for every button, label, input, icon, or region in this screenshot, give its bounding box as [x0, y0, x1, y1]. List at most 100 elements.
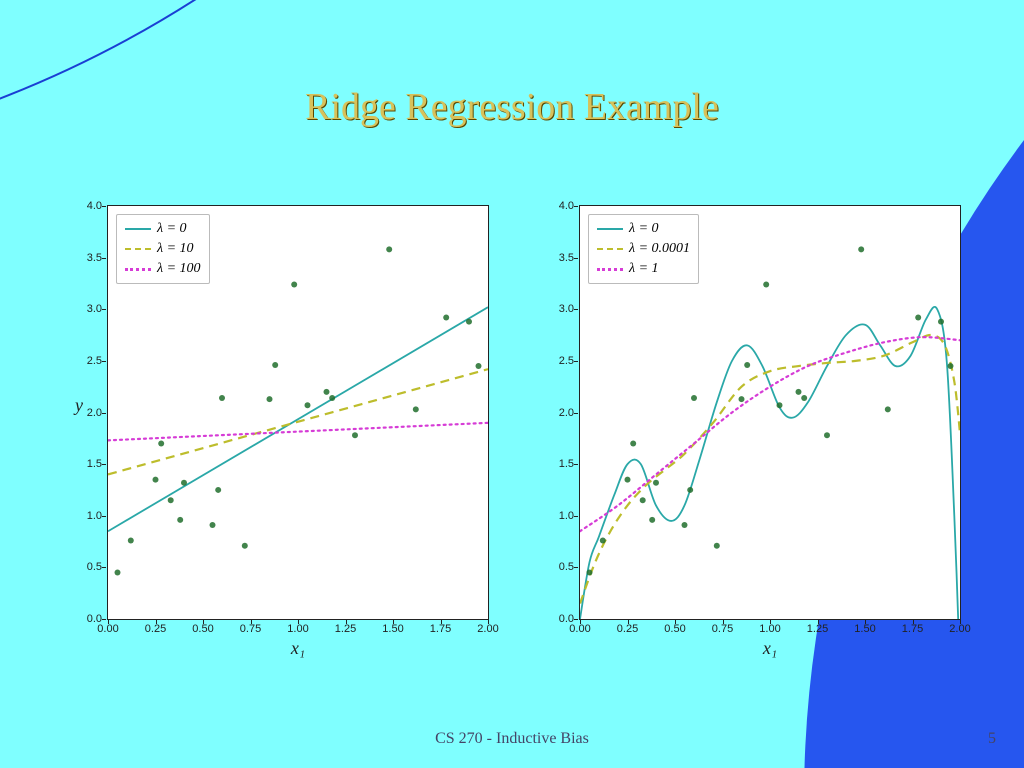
data-point: [885, 406, 891, 412]
data-point: [443, 315, 449, 321]
data-point: [128, 538, 134, 544]
x-axis-title: x₁: [291, 638, 305, 659]
data-point: [777, 402, 783, 408]
chart-left: y 0.00.51.01.52.02.53.03.54.00.000.250.5…: [55, 200, 497, 670]
data-point: [115, 570, 121, 576]
y-tick-label: 2.5: [559, 355, 574, 367]
data-point: [476, 363, 482, 369]
data-point: [153, 477, 159, 483]
data-point: [801, 395, 807, 401]
data-point: [915, 315, 921, 321]
x-tick-label: 0.75: [240, 623, 261, 635]
data-point: [653, 480, 659, 486]
data-point: [649, 517, 655, 523]
data-point: [691, 395, 697, 401]
y-tick-label: 2.0: [87, 407, 102, 419]
legend-right: λ = 0 λ = 0.0001 λ = 1: [588, 214, 699, 284]
legend-item: λ = 100: [157, 261, 201, 277]
y-tick-label: 1.0: [87, 510, 102, 522]
data-point: [466, 319, 472, 325]
y-tick-label: 3.5: [559, 252, 574, 264]
plot-area-right: 0.00.51.01.52.02.53.03.54.00.000.250.500…: [579, 205, 961, 620]
y-axis-title: y: [75, 395, 83, 416]
y-tick-label: 1.5: [559, 458, 574, 470]
data-point: [640, 497, 646, 503]
plot-area-left: 0.00.51.01.52.02.53.03.54.00.000.250.500…: [107, 205, 489, 620]
data-point: [272, 362, 278, 368]
y-tick-label: 3.5: [87, 252, 102, 264]
x-tick-label: 1.75: [430, 623, 451, 635]
x-tick-label: 2.00: [477, 623, 498, 635]
data-point: [413, 406, 419, 412]
data-point: [158, 440, 164, 446]
page-title: Ridge Regression Example: [0, 85, 1024, 129]
data-point: [938, 319, 944, 325]
x-tick-label: 1.25: [807, 623, 828, 635]
y-tick-label: 4.0: [87, 200, 102, 212]
data-point: [714, 543, 720, 549]
y-tick-label: 1.5: [87, 458, 102, 470]
x-tick-label: 0.75: [712, 623, 733, 635]
series-line: [108, 307, 488, 531]
data-point: [181, 480, 187, 486]
x-tick-label: 0.25: [145, 623, 166, 635]
data-point: [824, 432, 830, 438]
data-point: [219, 395, 225, 401]
data-point: [267, 396, 273, 402]
series-line: [580, 307, 960, 671]
data-point: [352, 432, 358, 438]
series-line: [580, 335, 960, 603]
legend-left: λ = 0 λ = 10 λ = 100: [116, 214, 210, 284]
x-tick-label: 0.50: [192, 623, 213, 635]
page-number: 5: [988, 730, 996, 748]
y-tick-label: 2.0: [559, 407, 574, 419]
footer-text: CS 270 - Inductive Bias: [0, 730, 1024, 748]
data-point: [948, 363, 954, 369]
y-tick-label: 3.0: [87, 303, 102, 315]
series-line: [108, 369, 488, 474]
x-axis-title: x₁: [763, 638, 777, 659]
data-point: [739, 396, 745, 402]
x-tick-label: 2.00: [949, 623, 970, 635]
x-tick-label: 0.50: [664, 623, 685, 635]
data-point: [625, 477, 631, 483]
legend-item: λ = 0: [629, 221, 659, 237]
x-tick-label: 0.00: [569, 623, 590, 635]
y-tick-label: 4.0: [559, 200, 574, 212]
data-point: [242, 543, 248, 549]
data-point: [796, 389, 802, 395]
y-tick-label: 2.5: [87, 355, 102, 367]
y-tick-label: 0.5: [559, 561, 574, 573]
data-point: [324, 389, 330, 395]
y-tick-label: 0.5: [87, 561, 102, 573]
data-point: [687, 487, 693, 493]
x-tick-label: 1.00: [287, 623, 308, 635]
legend-item: λ = 0.0001: [629, 241, 690, 257]
data-point: [600, 538, 606, 544]
legend-item: λ = 10: [157, 241, 194, 257]
data-point: [168, 497, 174, 503]
data-point: [763, 281, 769, 287]
data-point: [744, 362, 750, 368]
y-tick-label: 3.0: [559, 303, 574, 315]
x-tick-label: 1.25: [335, 623, 356, 635]
chart-row: y 0.00.51.01.52.02.53.03.54.00.000.250.5…: [55, 200, 969, 670]
series-line: [580, 337, 960, 531]
data-point: [858, 246, 864, 252]
data-point: [682, 522, 688, 528]
x-tick-label: 1.50: [854, 623, 875, 635]
legend-item: λ = 0: [157, 221, 187, 237]
x-tick-label: 1.75: [902, 623, 923, 635]
x-tick-label: 0.25: [617, 623, 638, 635]
legend-item: λ = 1: [629, 261, 659, 277]
y-tick-label: 1.0: [559, 510, 574, 522]
data-point: [630, 440, 636, 446]
data-point: [210, 522, 216, 528]
x-tick-label: 1.50: [382, 623, 403, 635]
chart-right: 0.00.51.01.52.02.53.03.54.00.000.250.500…: [527, 200, 969, 670]
data-point: [587, 570, 593, 576]
data-point: [177, 517, 183, 523]
data-point: [386, 246, 392, 252]
x-tick-label: 0.00: [97, 623, 118, 635]
data-point: [305, 402, 311, 408]
